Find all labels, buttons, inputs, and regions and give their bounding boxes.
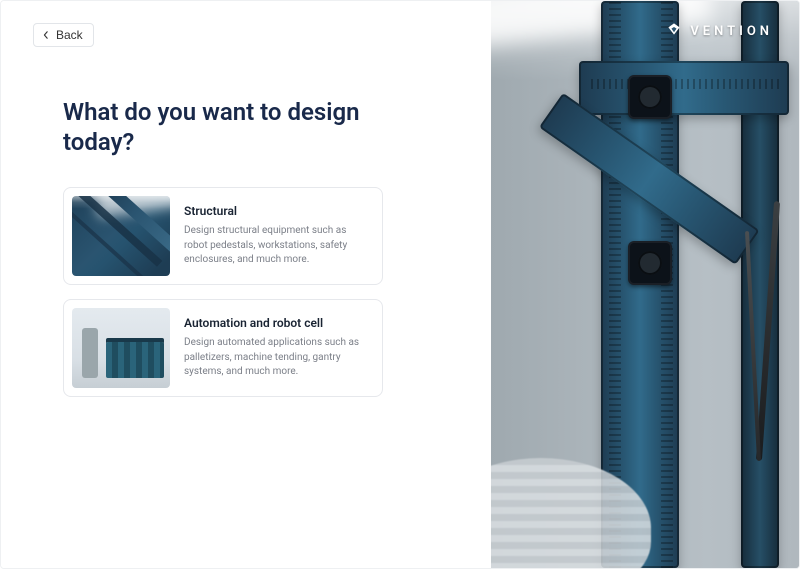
hero-joint [628,75,672,119]
hero-beam-slot [591,79,779,89]
option-desc: Design structural equipment such as robo… [184,224,368,268]
option-body: Structural Design structural equipment s… [184,196,374,276]
back-button[interactable]: Back [33,23,94,47]
page-heading: What do you want to design today? [63,97,383,157]
option-body: Automation and robot cell Design automat… [184,308,374,388]
brand-logo: VENTION [666,21,773,41]
brand-mark-icon [666,21,682,41]
option-title: Automation and robot cell [184,316,368,330]
option-thumb-structural [72,196,170,276]
option-desc: Design automated applications such as pa… [184,336,368,380]
back-label: Back [56,28,83,42]
option-list: Structural Design structural equipment s… [63,187,383,397]
chevron-left-icon [42,28,50,42]
hero-image-panel: VENTION [491,1,799,568]
option-card-structural[interactable]: Structural Design structural equipment s… [63,187,383,285]
app-frame: Back What do you want to design today? S… [0,0,800,569]
left-pane: Back What do you want to design today? S… [1,1,491,568]
option-card-automation[interactable]: Automation and robot cell Design automat… [63,299,383,397]
content-area: What do you want to design today? Struct… [33,47,459,397]
option-title: Structural [184,204,368,218]
option-thumb-automation [72,308,170,388]
hero-joint [628,241,672,285]
brand-name: VENTION [690,24,773,39]
